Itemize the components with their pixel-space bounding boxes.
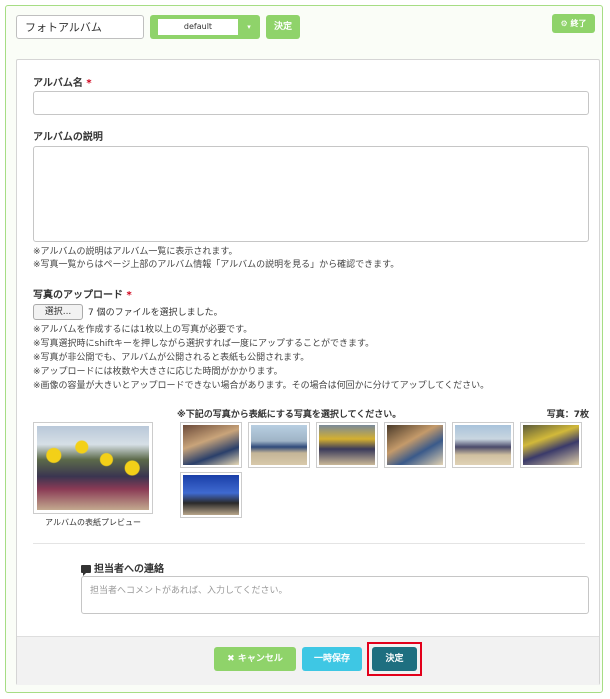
contact-textarea[interactable]: 担当者へコメントがあれば、入力してください。 <box>81 576 589 614</box>
description-textarea[interactable] <box>33 146 589 242</box>
required-mark: * <box>126 290 132 301</box>
cancel-button[interactable]: ✖ キャンセル <box>214 647 296 671</box>
decide-highlight: 決定 <box>367 642 422 676</box>
photo-thumbnail-4[interactable] <box>384 422 446 468</box>
cover-preview <box>33 422 153 514</box>
required-mark: * <box>86 78 92 89</box>
photo-album-tab[interactable]: フォトアルバム <box>16 15 144 39</box>
section-divider <box>33 543 585 544</box>
album-form-panel: アルバム名 * アルバムの説明 ※アルバムの説明はアルバム一覧に表示されます。 … <box>16 59 600 685</box>
upload-note-3: ※写真が非公開でも、アルバムが公開されると表紙も公開されます。 <box>33 353 310 363</box>
description-note-1: ※アルバムの説明はアルバム一覧に表示されます。 <box>33 247 238 257</box>
photo-thumbnail-2[interactable] <box>248 422 310 468</box>
chevron-down-icon: ▾ <box>247 23 251 31</box>
template-select-value: default <box>158 19 238 35</box>
cover-preview-image <box>37 426 149 510</box>
top-decide-button[interactable]: 決定 <box>266 15 300 39</box>
photo-thumbnail-1[interactable] <box>180 422 242 468</box>
photo-thumbnail-5[interactable] <box>452 422 514 468</box>
thumbs-instruction: ※下記の写真から表紙にする写真を選択してください。 <box>177 410 402 420</box>
upload-label-text: 写真のアップロード <box>33 290 123 301</box>
album-name-label: アルバム名 * <box>33 74 92 89</box>
file-select-button[interactable]: 選択... <box>33 304 83 320</box>
contact-label: 担当者への連絡 <box>81 560 164 576</box>
upload-note-5: ※画像の容量が大きいとアップロードできない場合があります。その場合は何回かに分け… <box>33 381 490 391</box>
comment-icon <box>81 565 91 576</box>
photo-thumbnail-7[interactable] <box>180 472 242 518</box>
upload-label: 写真のアップロード * <box>33 286 132 301</box>
photo-count: 写真：7枚 <box>546 410 589 420</box>
album-name-input[interactable] <box>33 91 589 115</box>
upload-note-4: ※アップロードには枚数や大きさに応じた時間がかかります。 <box>33 367 283 377</box>
top-toolbar: フォトアルバム default ▾ 決定 ⚙ 終了 <box>6 6 602 50</box>
form-footer: ✖ キャンセル 一時保存 決定 <box>17 636 599 685</box>
description-note-2: ※写真一覧からはページ上部のアルバム情報「アルバムの説明を見る」から確認できます… <box>33 260 400 270</box>
photo-thumbnail-3[interactable] <box>316 422 378 468</box>
photo-thumbnail-6[interactable] <box>520 422 582 468</box>
save-draft-button[interactable]: 一時保存 <box>302 647 362 671</box>
album-editor-frame: フォトアルバム default ▾ 決定 ⚙ 終了 アルバム名 * アルバムの説… <box>5 5 603 693</box>
description-label: アルバムの説明 <box>33 132 103 143</box>
contact-label-text: 担当者への連絡 <box>94 564 164 575</box>
template-select[interactable]: default ▾ <box>150 15 260 39</box>
cover-preview-caption: アルバムの表紙プレビュー <box>45 518 141 527</box>
album-name-label-text: アルバム名 <box>33 78 83 89</box>
upload-note-2: ※写真選択時にshiftキーを押しながら選択すれば一度にアップすることができます… <box>33 339 375 349</box>
upload-note-1: ※アルバムを作成するには1枚以上の写真が必要です。 <box>33 325 253 335</box>
decide-button[interactable]: 決定 <box>372 647 417 671</box>
end-button[interactable]: ⚙ 終了 <box>552 14 595 33</box>
file-status-text: 7 個のファイルを選択しました。 <box>88 308 223 318</box>
